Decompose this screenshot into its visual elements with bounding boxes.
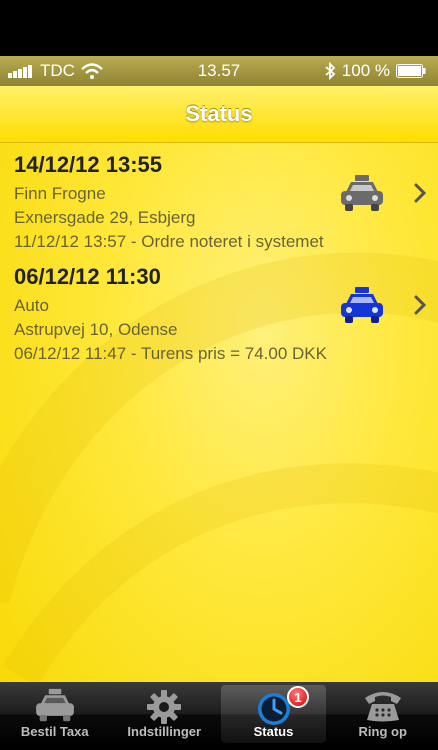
order-status: 06/12/12 11:47 - Turens pris = 74.00 DKK	[14, 344, 327, 363]
tab-label: Indstillinger	[127, 724, 202, 739]
order-name: Finn Frogne	[14, 184, 106, 203]
order-row[interactable]: 06/12/12 11:30 Auto Astrupvej 10, Odense…	[0, 258, 438, 370]
app-screen: TDC 13.57 100 % Status 14/12/12 13:55 Fi…	[0, 56, 438, 746]
tab-indstillinger[interactable]: Indstillinger	[110, 682, 220, 746]
chevron-right-icon[interactable]	[412, 294, 428, 316]
tab-label: Status	[253, 724, 294, 739]
tab-label: Bestil Taxa	[20, 724, 89, 739]
battery-label: 100 %	[341, 61, 390, 80]
order-row[interactable]: 14/12/12 13:55 Finn Frogne Exnersgade 29…	[0, 146, 438, 258]
order-status: 11/12/12 13:57 - Ordre noteret i systeme…	[14, 232, 324, 251]
bluetooth-icon	[325, 62, 336, 80]
gear-icon	[147, 690, 182, 724]
taxi-car-blue-icon	[341, 287, 383, 323]
navigation-bar: Status	[0, 86, 438, 143]
tab-status[interactable]: 1 Status	[221, 685, 326, 743]
order-datetime: 06/12/12 11:30	[14, 264, 161, 289]
ios-status-bar: TDC 13.57 100 %	[0, 56, 438, 86]
phone-icon	[364, 692, 401, 722]
order-name: Auto	[14, 296, 49, 315]
order-address: Astrupvej 10, Odense	[14, 320, 178, 339]
taxi-icon	[35, 688, 74, 722]
order-address: Exnersgade 29, Esbjerg	[14, 208, 196, 227]
order-datetime: 14/12/12 13:55	[14, 152, 163, 177]
page-title: Status	[185, 101, 253, 126]
tab-bar: Bestil Taxa Indstillinger 1 Status Ring …	[0, 682, 438, 746]
order-list: 14/12/12 13:55 Finn Frogne Exnersgade 29…	[0, 146, 438, 370]
tab-bestil-taxa[interactable]: Bestil Taxa	[0, 682, 110, 746]
tab-label: Ring op	[358, 724, 407, 739]
taxi-car-grey-icon	[341, 175, 383, 211]
chevron-right-icon[interactable]	[412, 182, 428, 204]
tab-ring-op[interactable]: Ring op	[328, 682, 438, 746]
battery-icon	[396, 64, 426, 78]
notification-badge: 1	[287, 686, 309, 708]
